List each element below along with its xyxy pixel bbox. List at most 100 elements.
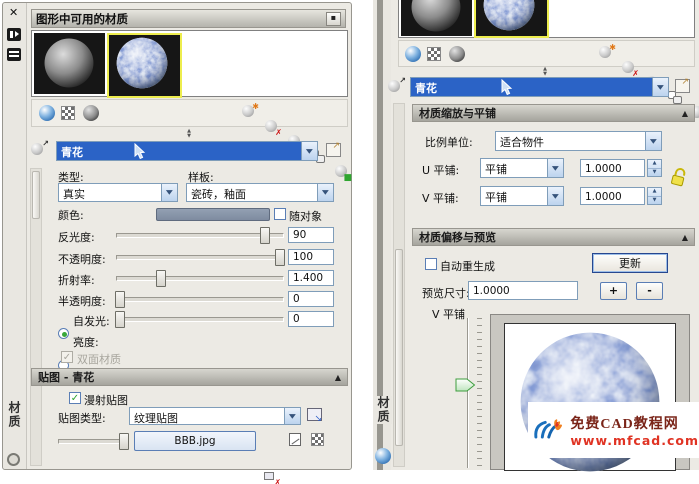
preview-map-icon[interactable] xyxy=(289,433,301,446)
v-tile-spinner[interactable]: ▲▼ xyxy=(647,187,662,205)
material-swatch-qinghua-right[interactable] xyxy=(474,0,549,38)
collapse-icon[interactable]: ▲ xyxy=(682,109,688,118)
palette-tab-materials-right[interactable]: 材质 xyxy=(375,396,392,424)
opacity-value[interactable]: 100 xyxy=(288,249,334,265)
scale-tile-section-header[interactable]: 材质缩放与平铺 ▲ xyxy=(412,104,695,122)
checkered-background-icon[interactable] xyxy=(61,106,75,120)
swatch-geometry-sphere-icon[interactable] xyxy=(405,46,421,62)
export-material-icon[interactable]: ↗ xyxy=(326,143,341,157)
map-section-header[interactable]: 贴图 - 青花 ▲ xyxy=(31,368,348,386)
collapse-icon[interactable]: ▲ xyxy=(682,233,688,242)
preview-zoom-out-button[interactable]: - xyxy=(636,282,663,300)
properties-icon[interactable] xyxy=(7,48,21,61)
chevron-down-icon[interactable]: ▼ xyxy=(161,184,177,201)
two-sided-checkbox: ✓ xyxy=(61,351,73,363)
right-scrollbar-thumb[interactable] xyxy=(395,249,403,446)
materials-palette-right: 材质 ✱ ✗ ✓ xyxy=(373,0,699,470)
create-material-icon[interactable]: ✱ xyxy=(242,105,257,120)
refraction-value[interactable]: 1.400 xyxy=(288,270,334,286)
auto-regen-checkbox[interactable] xyxy=(425,258,437,270)
gray-sphere-thumb xyxy=(409,0,463,34)
right-panel-scrollbar[interactable] xyxy=(393,103,405,467)
by-object-label: 随对象 xyxy=(289,208,322,224)
chevron-down-icon[interactable]: ▼ xyxy=(652,78,668,96)
available-materials-header[interactable]: 图形中可用的材质 ▪ xyxy=(31,9,346,28)
splitter-handle[interactable]: ▲ ▼ xyxy=(181,129,197,141)
chevron-down-icon[interactable]: ▼ xyxy=(547,187,563,205)
map-channel-icon[interactable] xyxy=(311,433,324,446)
v-tile-slider-track[interactable] xyxy=(467,318,469,468)
shininess-value[interactable]: 90 xyxy=(288,227,334,243)
opacity-label: 不透明度: xyxy=(58,251,106,267)
self-illumination-value[interactable]: 0 xyxy=(288,311,334,327)
chevron-down-icon[interactable]: ▼ xyxy=(301,142,317,160)
left-scrollbar-thumb[interactable] xyxy=(32,171,40,219)
map-blend-slider[interactable] xyxy=(58,433,126,449)
swatch-lighting-sphere-icon[interactable] xyxy=(83,105,99,121)
swatch-lighting-sphere-icon[interactable] xyxy=(449,46,465,62)
self-illumination-slider[interactable] xyxy=(116,311,284,327)
translucency-slider[interactable] xyxy=(116,291,284,307)
swatch-geometry-sphere-icon[interactable] xyxy=(39,105,55,121)
create-material-icon[interactable]: ✱ xyxy=(599,46,614,61)
apply-to-object-icon[interactable]: ↗ xyxy=(388,80,403,95)
chevron-down-icon[interactable]: ▼ xyxy=(284,408,300,424)
chevron-down-icon[interactable]: ▼ xyxy=(547,159,563,177)
scale-unit-select[interactable]: 适合物件▼ xyxy=(495,131,662,151)
material-name-value: 青花 xyxy=(57,142,301,160)
palette-grip-icon[interactable] xyxy=(7,453,20,466)
checkered-background-icon[interactable] xyxy=(427,47,441,61)
left-panel-scrollbar[interactable] xyxy=(30,168,42,466)
color-label: 颜色: xyxy=(58,207,84,223)
v-tile-slider-handle[interactable] xyxy=(455,378,476,392)
color-by-object-checkbox[interactable] xyxy=(274,208,286,220)
spin-down-icon: ▼ xyxy=(648,168,661,177)
select-objects-with-material-icon[interactable]: ■ xyxy=(335,165,350,180)
palette-grip-sphere-icon[interactable] xyxy=(375,448,391,464)
preview-size-value[interactable]: 1.0000 xyxy=(468,281,578,300)
v-tile-value[interactable]: 1.0000 xyxy=(580,187,645,205)
map-settings-icon[interactable]: ↘ xyxy=(307,408,322,421)
autohide-icon[interactable] xyxy=(7,28,21,41)
material-name-select[interactable]: 青花 ▼ xyxy=(410,77,669,97)
lock-uv-icon[interactable] xyxy=(669,166,689,188)
update-button[interactable]: 更新 xyxy=(592,253,668,273)
texture-file-button[interactable]: BBB.jpg xyxy=(134,431,256,451)
self-illumination-radio[interactable] xyxy=(58,328,69,339)
u-tile-value[interactable]: 1.0000 xyxy=(580,159,645,177)
refraction-slider[interactable] xyxy=(116,270,284,286)
material-swatch-global-right[interactable] xyxy=(401,0,472,36)
material-swatch-global[interactable] xyxy=(34,33,105,94)
material-name-value: 青花 xyxy=(411,78,652,96)
refraction-label: 折射率: xyxy=(58,272,95,288)
template-select[interactable]: 瓷砖，釉面▼ xyxy=(186,183,334,202)
chevron-down-icon[interactable]: ▼ xyxy=(645,132,661,150)
diffuse-map-checkbox[interactable]: ✓ xyxy=(69,392,81,404)
available-materials-title: 图形中可用的材质 xyxy=(36,11,128,27)
collapse-icon[interactable]: ▲ xyxy=(335,373,341,382)
close-icon[interactable]: ✕ xyxy=(9,6,18,19)
map-type-select[interactable]: 纹理贴图▼ xyxy=(129,407,301,425)
apply-to-object-icon[interactable]: ↗ xyxy=(31,143,46,158)
type-select[interactable]: 真实▼ xyxy=(58,183,178,202)
diffuse-map-label: 漫射贴图 xyxy=(84,392,128,408)
u-tile-spinner[interactable]: ▲▼ xyxy=(647,159,662,177)
two-sided-label: 双面材质 xyxy=(77,351,121,367)
chevron-down-icon[interactable]: ▼ xyxy=(317,184,333,201)
translucency-value[interactable]: 0 xyxy=(288,291,334,307)
material-swatch-qinghua[interactable] xyxy=(107,33,182,98)
u-tile-mode-select[interactable]: 平铺▼ xyxy=(480,158,564,178)
offset-preview-section-header[interactable]: 材质偏移与预览 ▲ xyxy=(412,228,695,246)
delete-map-icon[interactable]: ✗ xyxy=(264,470,279,484)
palette-tab-materials[interactable]: 材质 xyxy=(6,401,23,429)
preview-zoom-in-button[interactable]: + xyxy=(600,282,627,300)
purge-material-icon[interactable]: ✗ xyxy=(622,61,637,76)
material-name-select[interactable]: 青花 ▼ xyxy=(56,141,318,161)
purge-material-icon[interactable]: ✗ xyxy=(265,120,280,135)
export-material-icon[interactable]: ↗ xyxy=(675,79,690,93)
panel-collapse-button[interactable]: ▪ xyxy=(326,12,341,26)
shininess-slider[interactable] xyxy=(116,227,284,243)
v-tile-mode-select[interactable]: 平铺▼ xyxy=(480,186,564,206)
color-swatch-button[interactable] xyxy=(156,208,270,221)
opacity-slider[interactable] xyxy=(116,249,284,265)
